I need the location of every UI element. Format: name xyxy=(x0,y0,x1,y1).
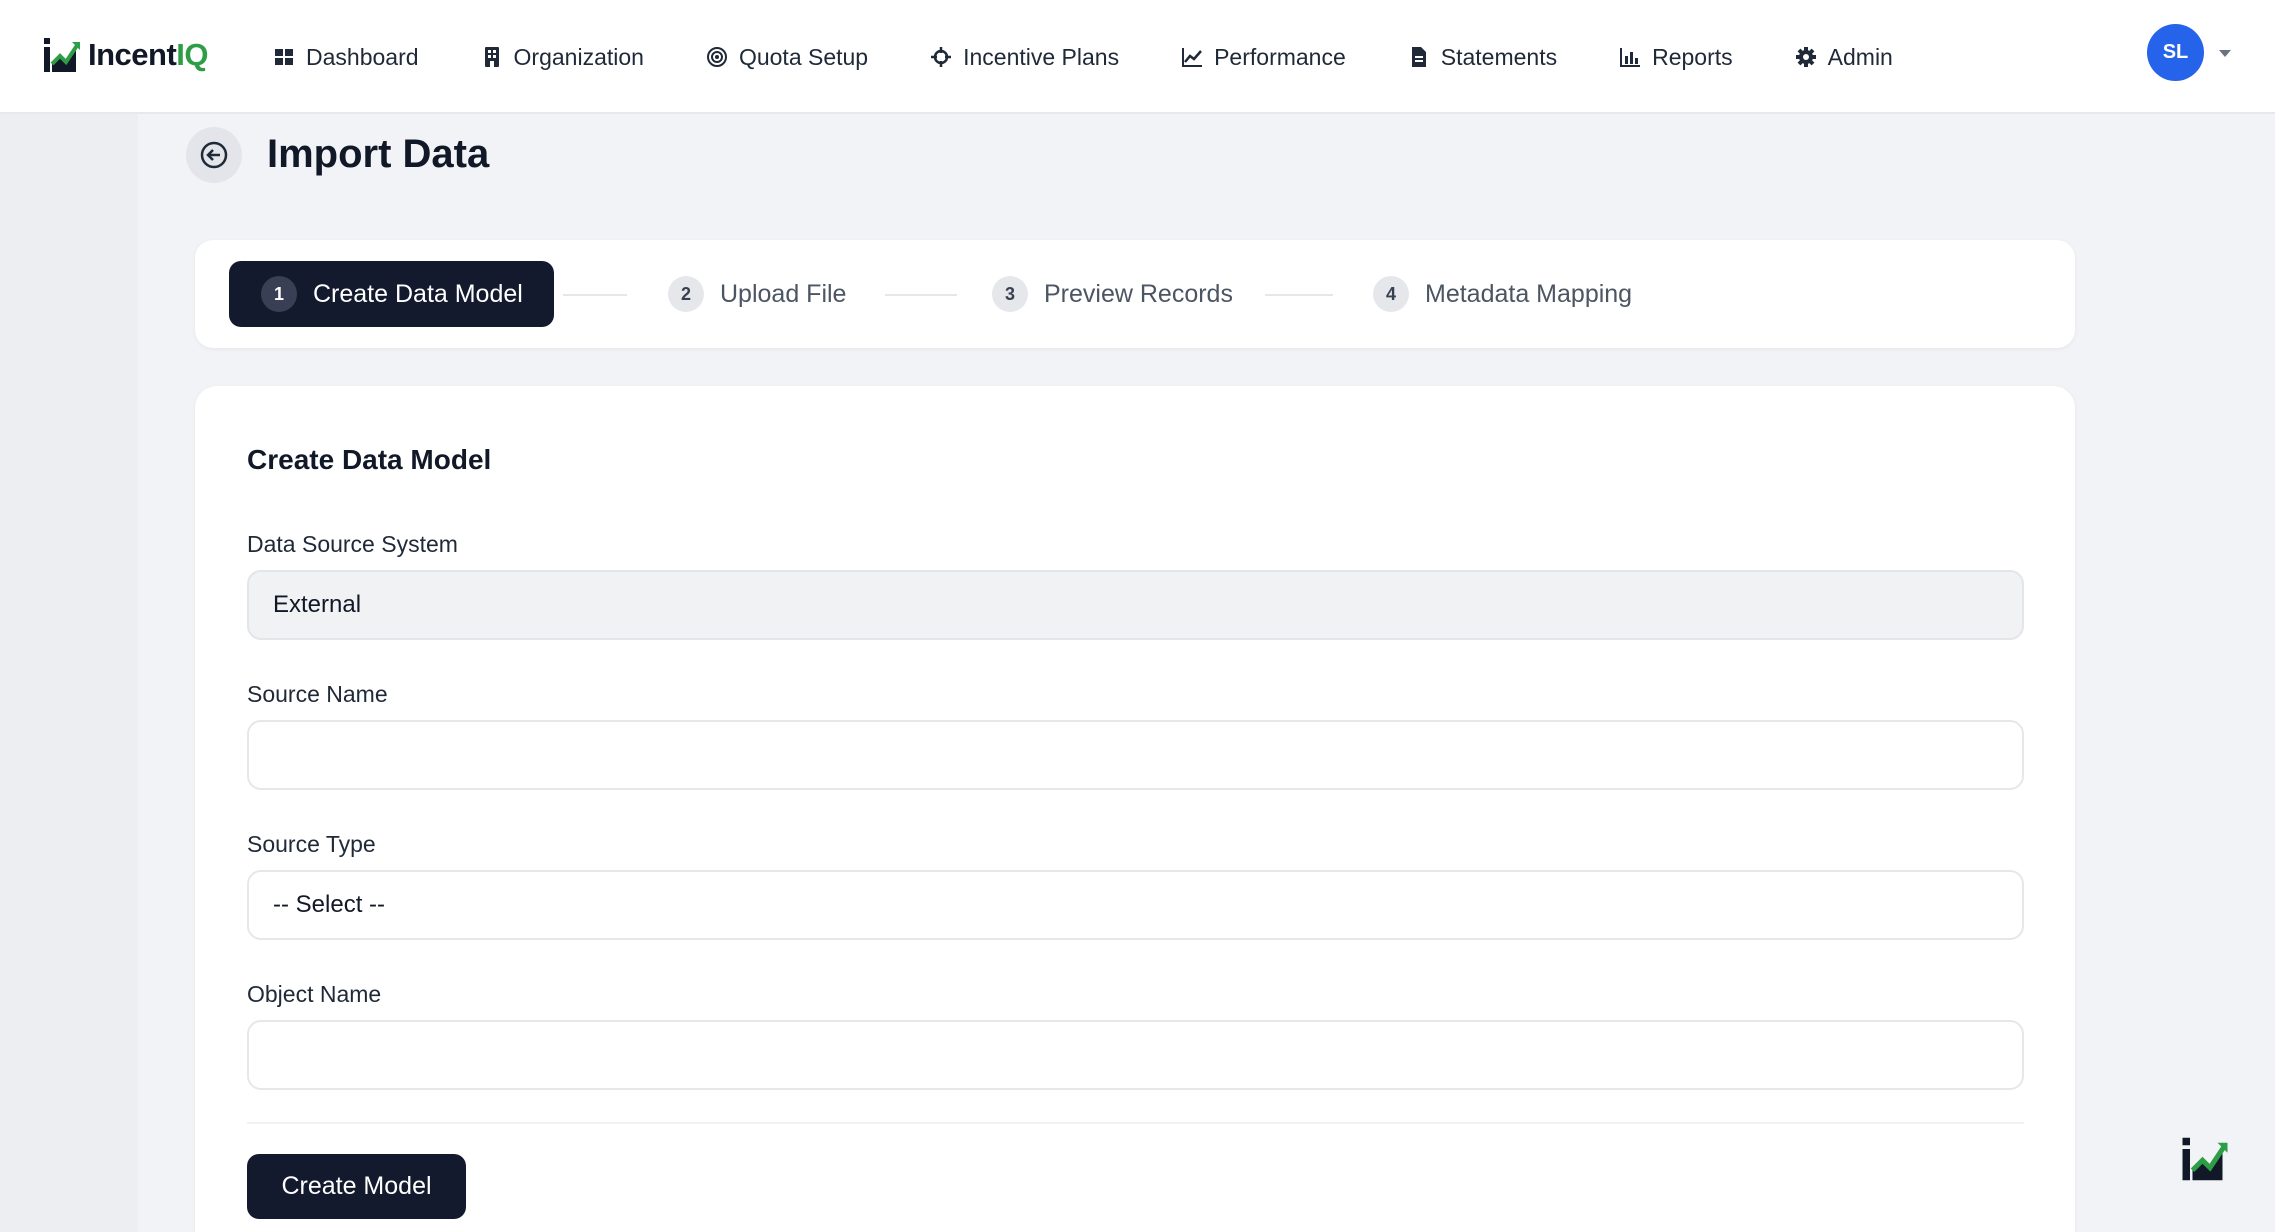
step-number: 2 xyxy=(668,276,704,312)
object-name-input[interactable] xyxy=(247,1020,2024,1090)
form-title: Create Data Model xyxy=(247,444,492,475)
step-label: Upload File xyxy=(720,279,847,308)
nav-label: Reports xyxy=(1652,43,1733,70)
source-type-label: Source Type xyxy=(247,831,376,857)
building-icon xyxy=(484,47,499,67)
nav-item-dashboard[interactable]: Dashboard xyxy=(272,0,419,114)
step-connector xyxy=(1265,294,1333,296)
page-title: Import Data xyxy=(267,132,490,176)
source-type-select[interactable]: -- Select -- xyxy=(247,870,2024,940)
data-source-system-label: Data Source System xyxy=(247,531,458,557)
step-label: Create Data Model xyxy=(313,279,523,308)
step-number: 3 xyxy=(992,276,1028,312)
step-connector xyxy=(885,294,957,296)
create-data-model-form: Create Data Model Data Source System Ext… xyxy=(195,386,2075,1232)
nav-label: Quota Setup xyxy=(738,43,869,70)
nav-item-reports[interactable]: Reports xyxy=(1618,0,1733,114)
left-gutter xyxy=(0,114,138,1232)
nav-item-organization[interactable]: Organization xyxy=(480,0,644,114)
nav-item-performance[interactable]: Performance xyxy=(1180,0,1346,114)
source-name-label: Source Name xyxy=(247,681,388,707)
trend-line-icon xyxy=(1182,48,1203,67)
nav-label: Dashboard xyxy=(306,43,419,70)
bar-chart-icon xyxy=(1620,48,1641,67)
source-name-input[interactable] xyxy=(247,720,2024,790)
nav-label: Statements xyxy=(1440,43,1558,70)
step-number: 1 xyxy=(261,276,297,312)
step-create-data-model[interactable]: 1 Create Data Model xyxy=(229,261,554,327)
chevron-down-icon[interactable] xyxy=(2216,46,2234,60)
document-icon xyxy=(1411,47,1426,67)
crosshair-icon xyxy=(931,47,952,67)
step-number: 4 xyxy=(1373,276,1409,312)
import-stepper: 1 Create Data Model 2 Upload File 3 Prev… xyxy=(195,240,2075,348)
step-metadata-mapping[interactable]: 4 Metadata Mapping xyxy=(1373,261,1632,327)
step-upload-file[interactable]: 2 Upload File xyxy=(668,261,846,327)
grid-icon xyxy=(275,49,293,65)
brand-logo[interactable]: IncentIQ xyxy=(42,36,209,74)
form-divider xyxy=(247,1122,2024,1124)
nav-label: Performance xyxy=(1214,43,1346,70)
nav-item-quota-setup[interactable]: Quota Setup xyxy=(705,0,868,114)
step-connector xyxy=(563,294,627,296)
nav-label: Organization xyxy=(513,43,644,70)
top-navigation-bar: IncentIQ Dashboard Organization Quota Se… xyxy=(0,0,2275,114)
object-name-label: Object Name xyxy=(247,981,382,1007)
main-nav: Dashboard Organization Quota Setup Incen… xyxy=(272,0,1954,114)
step-label: Metadata Mapping xyxy=(1425,279,1633,308)
nav-item-incentive-plans[interactable]: Incentive Plans xyxy=(929,0,1119,114)
nav-label: Admin xyxy=(1827,43,1893,70)
nav-item-statements[interactable]: Statements xyxy=(1407,0,1557,114)
floating-brand-icon[interactable] xyxy=(2180,1133,2230,1185)
data-source-system-field: External xyxy=(247,570,2024,640)
create-model-button[interactable]: Create Model xyxy=(247,1154,466,1219)
user-avatar[interactable]: SL xyxy=(2147,24,2204,81)
brand-name: IncentIQ xyxy=(88,37,209,72)
back-button[interactable] xyxy=(186,127,242,183)
target-icon xyxy=(706,47,727,67)
arrow-left-circle-icon xyxy=(200,141,228,169)
gear-icon xyxy=(1795,47,1816,67)
incentiq-logo-icon xyxy=(44,38,80,72)
step-label: Preview Records xyxy=(1044,279,1233,308)
step-preview-records[interactable]: 3 Preview Records xyxy=(992,261,1233,327)
nav-label: Incentive Plans xyxy=(963,43,1120,70)
nav-item-admin[interactable]: Admin xyxy=(1794,0,1893,114)
